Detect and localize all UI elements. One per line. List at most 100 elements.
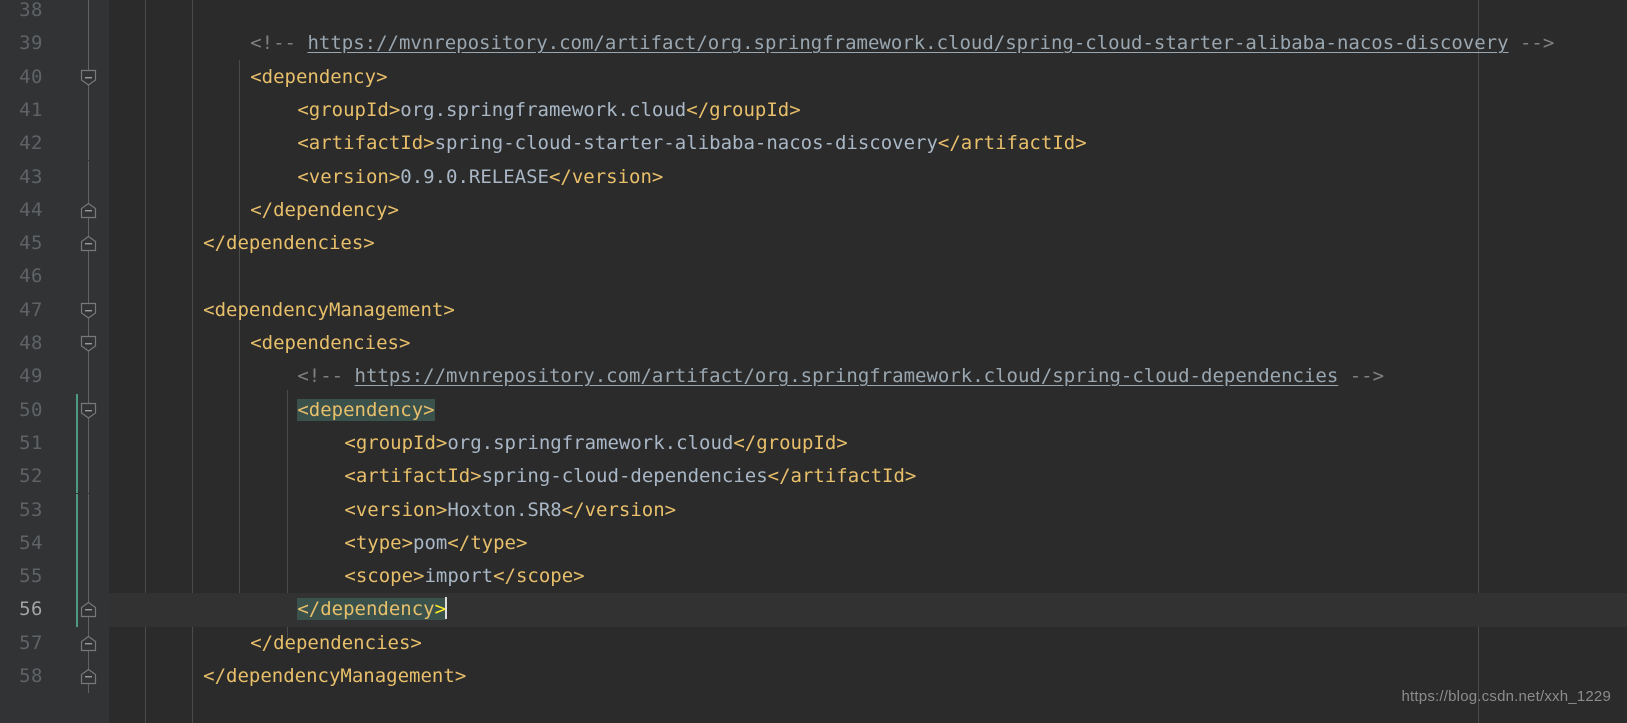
code-tag: </groupId>: [733, 431, 848, 454]
code-tag: </version>: [561, 498, 677, 521]
code-tag: </dependencyManagement>: [203, 665, 467, 687]
line-number: 51: [19, 431, 43, 454]
code-comment: <!--: [297, 365, 355, 388]
code-link[interactable]: https://mvnrepository.com/artifact/org.s…: [355, 365, 1339, 387]
code-line[interactable]: [109, 0, 1627, 27]
code-tag: <dependencies>: [250, 332, 411, 354]
fold-rail: [88, 93, 89, 128]
fold-rail: [88, 560, 89, 594]
code-line[interactable]: <dependency>: [109, 61, 1627, 94]
code-tag: </type>: [447, 531, 528, 554]
line-number: 39: [19, 32, 43, 55]
code-text-value: spring-cloud-dependencies: [481, 465, 768, 488]
text-caret: [445, 597, 448, 620]
editor-gutter[interactable]: 38 39 40 41 42 43 44 45 46 47 48 49 50 51 52 53 54 55 56 57…: [0, 0, 109, 723]
code-tag: <dependencyManagement>: [203, 298, 455, 321]
fold-expand-end-icon[interactable]: [80, 235, 97, 252]
code-editor[interactable]: 38 39 40 41 42 43 44 45 46 47 48 49 50 51 52 53 54 55 56 57…: [0, 0, 1627, 723]
fold-rail: [88, 426, 89, 461]
fold-rail: [88, 460, 89, 494]
fold-rail: [88, 160, 89, 194]
fold-expand-end-icon[interactable]: [80, 635, 97, 652]
code-tag: </version>: [548, 165, 664, 188]
code-tag: </artifactId>: [767, 465, 917, 488]
code-line[interactable]: [109, 260, 1627, 293]
vcs-change-bar[interactable]: [76, 460, 78, 494]
line-number: 47: [19, 298, 43, 321]
line-number: 54: [19, 531, 43, 554]
line-number: 56: [19, 598, 43, 621]
fold-collapse-icon[interactable]: [80, 335, 97, 352]
code-line[interactable]: <!-- https://mvnrepository.com/artifact/…: [109, 27, 1627, 60]
code-line[interactable]: <artifactId>spring-cloud-dependencies</a…: [109, 460, 1627, 493]
code-link[interactable]: https://mvnrepository.com/artifact/org.s…: [307, 32, 1508, 54]
code-tag: <dependency>: [297, 398, 435, 421]
line-number: 48: [19, 332, 43, 354]
code-text-value: 0.9.0.RELEASE: [400, 165, 549, 188]
code-line[interactable]: <scope>import</scope>: [109, 560, 1627, 593]
code-line[interactable]: <artifactId>spring-cloud-starter-alibaba…: [109, 127, 1627, 160]
line-number: 50: [19, 398, 43, 421]
code-text-value: org.springframework.cloud: [447, 431, 734, 454]
fold-rail: [88, 360, 89, 394]
line-number: 46: [19, 265, 43, 288]
code-line[interactable]: <groupId>org.springframework.cloud</grou…: [109, 94, 1627, 127]
code-line[interactable]: <!-- https://mvnrepository.com/artifact/…: [109, 360, 1627, 393]
fold-expand-end-icon[interactable]: [80, 601, 97, 618]
code-tag: <dependency>: [250, 65, 388, 88]
code-line[interactable]: <version>Hoxton.SR8</version>: [109, 494, 1627, 527]
line-number: 44: [19, 198, 43, 221]
watermark: https://blog.csdn.net/xxh_1229: [1401, 688, 1611, 705]
vcs-change-bar[interactable]: [76, 593, 78, 627]
line-number: 57: [19, 631, 43, 654]
fold-expand-end-icon[interactable]: [80, 202, 97, 219]
vcs-change-bar[interactable]: [76, 526, 78, 561]
code-line[interactable]: </dependency>: [109, 194, 1627, 227]
line-number: 40: [19, 65, 43, 88]
fold-collapse-icon[interactable]: [80, 402, 97, 419]
code-line[interactable]: <version>0.9.0.RELEASE</version>: [109, 161, 1627, 194]
vcs-change-bar[interactable]: [76, 560, 78, 594]
line-number: 53: [19, 498, 43, 521]
code-line[interactable]: <dependency>: [109, 394, 1627, 427]
code-tag: <scope>: [344, 565, 425, 588]
fold-rail: [88, 260, 89, 294]
code-line[interactable]: <groupId>org.springframework.cloud</grou…: [109, 427, 1627, 460]
code-tag: <type>: [344, 531, 414, 554]
line-number: 49: [19, 365, 43, 388]
line-number: 42: [19, 132, 43, 155]
code-line[interactable]: <type>pom</type>: [109, 527, 1627, 560]
line-number: 55: [19, 565, 43, 588]
code-tag: <groupId>: [344, 431, 448, 454]
code-tag: </groupId>: [686, 98, 801, 121]
code-line[interactable]: <dependencies>: [109, 327, 1627, 360]
code-tag: </dependencies>: [203, 232, 375, 255]
vcs-change-bar[interactable]: [76, 393, 78, 427]
code-comment: -->: [1338, 365, 1385, 388]
fold-expand-end-icon[interactable]: [80, 668, 97, 685]
code-text-value: pom: [413, 531, 448, 554]
line-number: 38: [19, 0, 43, 21]
fold-rail: [88, 0, 89, 28]
fold-rail: [88, 27, 89, 61]
line-number: 43: [19, 165, 43, 188]
code-tag: </scope>: [493, 565, 585, 588]
code-tag: <artifactId>: [297, 132, 435, 155]
code-line[interactable]: </dependencies>: [109, 627, 1627, 660]
fold-rail: [88, 127, 89, 161]
code-text-value: import: [424, 565, 494, 588]
vcs-change-bar[interactable]: [76, 493, 78, 527]
fold-collapse-icon[interactable]: [80, 69, 97, 86]
line-number: 41: [19, 98, 43, 121]
fold-collapse-icon[interactable]: [80, 302, 97, 319]
line-number: 58: [19, 665, 43, 687]
code-text-value: Hoxton.SR8: [447, 498, 562, 521]
fold-rail: [88, 526, 89, 561]
code-line[interactable]: </dependencies>: [109, 227, 1627, 260]
code-line[interactable]: </dependencyManagement>: [109, 660, 1627, 693]
code-viewport[interactable]: <!-- https://mvnrepository.com/artifact/…: [109, 0, 1627, 723]
vcs-change-bar[interactable]: [76, 426, 78, 461]
code-tag: <version>: [344, 498, 448, 521]
code-line[interactable]: <dependencyManagement>: [109, 294, 1627, 327]
code-line[interactable]: </dependency>: [109, 593, 1627, 626]
